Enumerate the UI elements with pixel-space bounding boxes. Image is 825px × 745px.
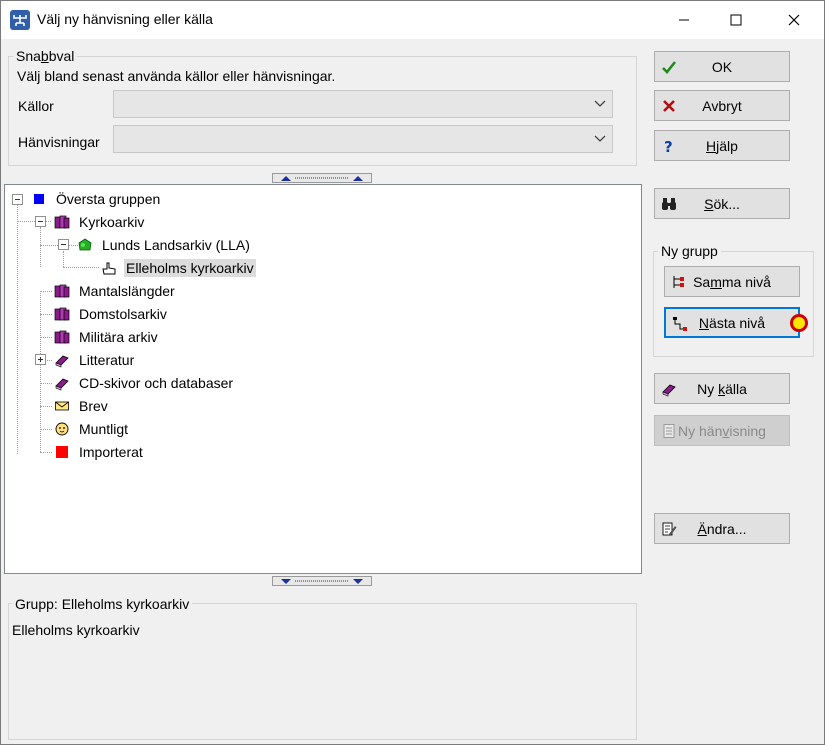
info-group-title: Grupp: Elleholms kyrkoarkiv (12, 596, 193, 612)
hanvisningar-label: Hänvisningar (18, 134, 100, 150)
minimize-button[interactable] (661, 1, 707, 39)
tree-line (40, 429, 52, 430)
tree-line (40, 452, 52, 453)
ny-grupp-legend: Ny grupp (658, 243, 721, 259)
snabbval-description: Välj bland senast använda källor eller h… (17, 68, 336, 84)
tree-line (40, 291, 52, 292)
andra-button[interactable]: Ändra... (654, 513, 790, 544)
kallor-label: Källor (18, 98, 54, 114)
collapse-lunds-toggle[interactable] (58, 239, 69, 250)
chevron-down-icon (594, 100, 606, 107)
book-icon (662, 384, 676, 397)
ny-kalla-button[interactable]: Ny källa (654, 373, 790, 404)
tree-line (40, 337, 52, 338)
svg-text:?: ? (664, 138, 673, 154)
splitter-up-arrows-icon (281, 176, 363, 181)
tree-item-mantal[interactable]: Mantalslängder (54, 280, 177, 302)
checkmark-icon (662, 61, 677, 74)
next-level-icon (673, 317, 687, 331)
title-bar: Välj ny hänvisning eller källa (1, 1, 824, 39)
chevron-down-icon (594, 135, 606, 142)
tree-line (40, 314, 52, 315)
snabbval-legend: Snabbval (13, 48, 78, 64)
tree-item-domstol[interactable]: Domstolsarkiv (54, 303, 169, 325)
samma-niva-button[interactable]: Samma nivå (664, 266, 800, 297)
tree-item-root[interactable]: Översta gruppen (31, 188, 162, 210)
cross-icon (663, 100, 675, 112)
tree-line (63, 251, 64, 267)
nasta-niva-button[interactable]: Nästa nivå (664, 307, 800, 338)
dialog-window: Välj ny hänvisning eller källa Snabbval … (0, 0, 825, 745)
tree-line (40, 227, 41, 267)
tree-item-importerat[interactable]: Importerat (54, 441, 145, 463)
tree-item-militara[interactable]: Militära arkiv (54, 326, 160, 348)
ny-hanvisning-button[interactable]: Ny hänvisning (654, 415, 790, 446)
book-stack-icon (54, 330, 70, 344)
binoculars-icon (662, 198, 676, 210)
sok-button[interactable]: Sök... (654, 188, 790, 219)
tree-line (40, 291, 41, 452)
info-text: Elleholms kyrkoarkiv (12, 622, 140, 638)
face-icon (55, 422, 69, 436)
tree-item-brev[interactable]: Brev (54, 395, 110, 417)
upper-splitter-grip[interactable] (272, 173, 372, 183)
tree-item-litteratur[interactable]: Litteratur (54, 349, 136, 371)
tree-line (40, 406, 52, 407)
red-square-icon (56, 446, 68, 458)
group-tree[interactable]: Översta gruppen Kyrkoarkiv Lunds Landsar… (4, 184, 642, 574)
app-icon (10, 10, 30, 30)
avbryt-button[interactable]: Avbryt (654, 90, 790, 121)
hjalp-button[interactable]: ? Hjälp (654, 130, 790, 161)
tree-item-kyrkoarkiv[interactable]: Kyrkoarkiv (54, 211, 146, 233)
close-button[interactable] (771, 1, 817, 39)
book-icon (55, 355, 69, 368)
collapse-kyrkoarkiv-toggle[interactable] (35, 216, 46, 227)
book-icon (55, 378, 69, 391)
tree-line (40, 383, 52, 384)
book-stack-icon (54, 284, 70, 298)
same-level-icon (673, 276, 684, 288)
click-indicator (790, 314, 808, 332)
tree-item-lunds[interactable]: Lunds Landsarkiv (LLA) (77, 234, 252, 256)
tree-line (17, 205, 18, 454)
tree-item-elleholms[interactable]: Elleholms kyrkoarkiv (101, 257, 256, 279)
tree-item-muntligt[interactable]: Muntligt (54, 418, 130, 440)
green-archive-icon (78, 238, 92, 251)
pointing-hand-icon (102, 262, 116, 275)
kallor-combobox[interactable] (113, 90, 613, 118)
tree-item-cd[interactable]: CD-skivor och databaser (54, 372, 235, 394)
book-stack-icon (54, 215, 70, 229)
expand-litteratur-toggle[interactable] (35, 354, 46, 365)
blue-square-icon (34, 194, 44, 204)
collapse-root-toggle[interactable] (12, 194, 23, 205)
question-mark-icon: ? (664, 138, 673, 154)
maximize-button[interactable] (713, 1, 759, 39)
window-title: Välj ny hänvisning eller källa (37, 11, 213, 27)
envelope-icon (55, 401, 69, 411)
splitter-down-arrows-icon (281, 579, 363, 584)
book-stack-icon (54, 307, 70, 321)
document-icon (663, 424, 675, 438)
lower-splitter-grip[interactable] (272, 576, 372, 586)
hanvisningar-combobox[interactable] (113, 125, 613, 153)
tree-line (63, 267, 99, 268)
ok-button[interactable]: OK (654, 51, 790, 82)
edit-document-icon (662, 522, 677, 536)
